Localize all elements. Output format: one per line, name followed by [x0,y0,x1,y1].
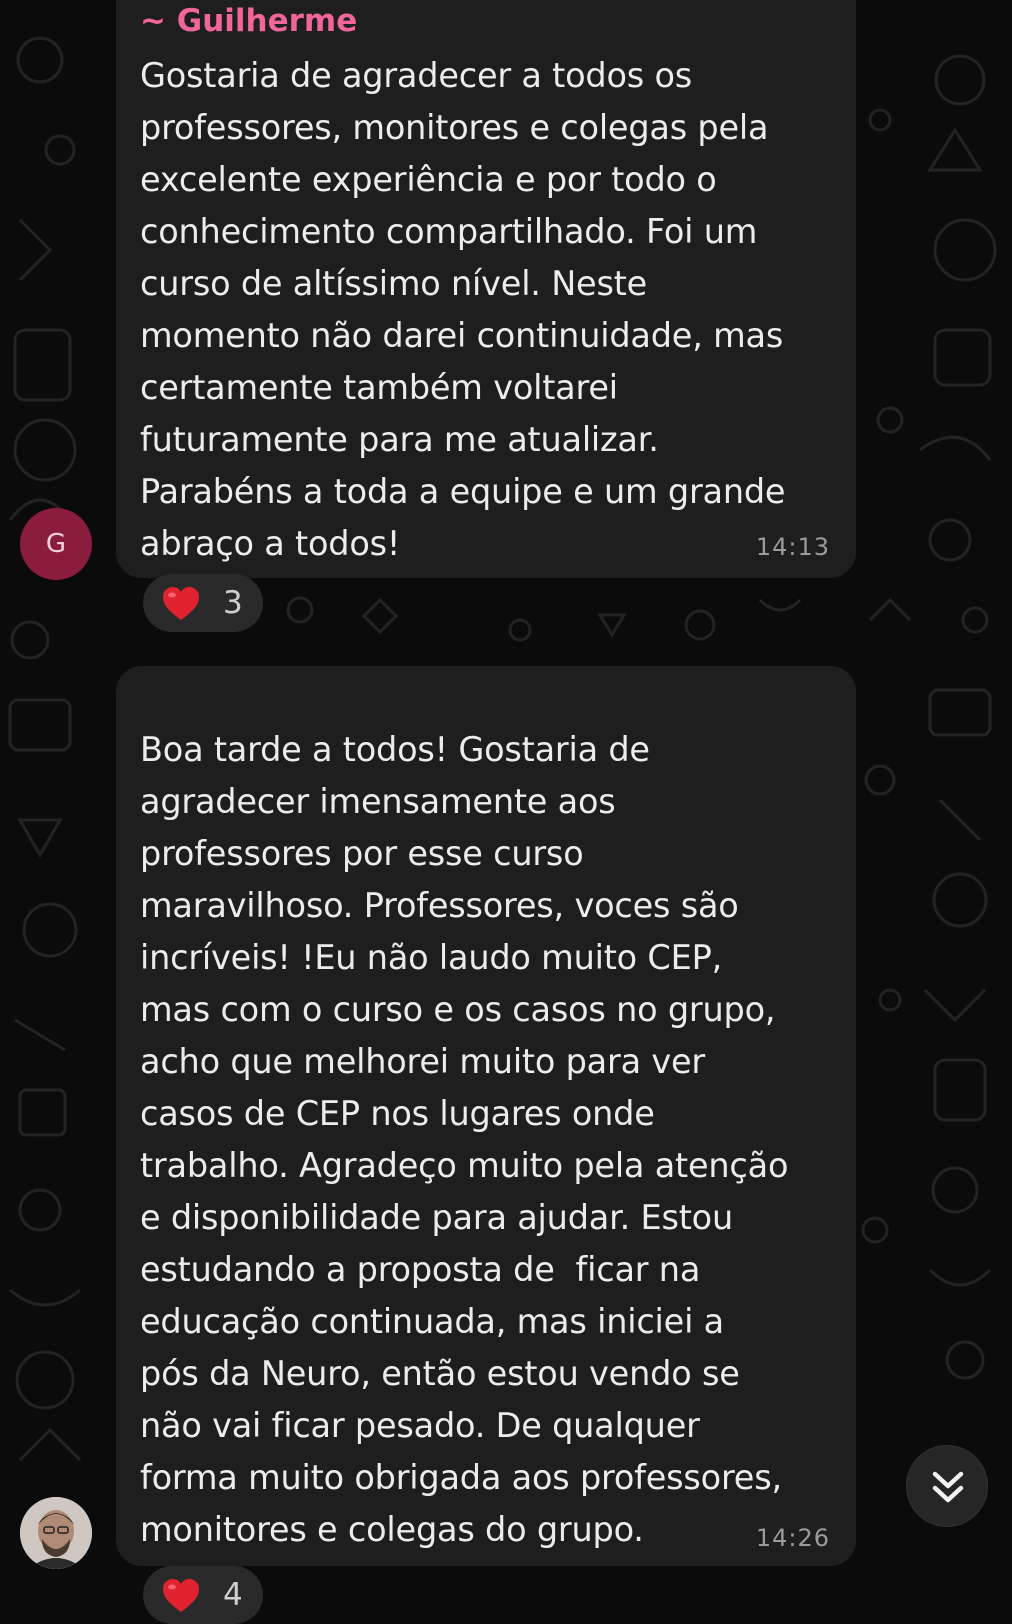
avatar[interactable] [20,1497,92,1569]
message-line: maravilhoso. Professores, voces são [140,886,739,925]
message-line: agradecer imensamente aos [140,782,616,821]
message-line: incríveis! !Eu não laudo muito CEP, [140,938,723,977]
message-line: futuramente para me atualizar. [140,420,659,459]
sender-name[interactable]: ~ Guilherme [140,6,357,37]
message-line: momento não darei continuidade, mas [140,316,784,355]
message-line: conhecimento compartilhado. Foi um [140,212,758,251]
message-line: monitores e colegas do grupo. [140,1510,644,1549]
avatar-letter: G [45,529,67,559]
message-line: curso de altíssimo nível. Neste [140,264,648,303]
message-line: forma muito obrigada aos professores, [140,1458,782,1497]
message-line: mas com o curso e os casos no grupo, [140,990,776,1029]
message-line: Gostaria de agradecer a todos os [140,56,692,95]
profile-photo [20,1497,92,1569]
message-line: certamente também voltarei [140,368,618,407]
double-chevron-down-icon [932,1471,964,1503]
reaction-count: 4 [223,1577,243,1613]
message-line: e disponibilidade para ajudar. Estou [140,1198,733,1237]
message-line: trabalho. Agradeço muito pela atenção [140,1146,789,1185]
message-line: educação continuada, mas iniciei a [140,1302,724,1341]
message-line: abraço a todos! [140,524,401,563]
message-line: não vai ficar pesado. De qualquer [140,1406,700,1445]
message-timestamp: 14:26 [755,1524,830,1552]
reaction-chip[interactable]: 3 [143,574,263,632]
message-line: excelente experiência e por todo o [140,160,717,199]
message-text: Boa tarde a todos! Gostaria de agradecer… [140,724,846,1556]
message-bubble[interactable]: Boa tarde a todos! Gostaria de agradecer… [116,666,856,1566]
reaction-chip[interactable]: 4 [143,1566,263,1624]
message-line: acho que melhorei muito para ver [140,1042,705,1081]
red-heart-icon [163,1579,199,1612]
message-line: casos de CEP nos lugares onde [140,1094,655,1133]
reaction-count: 3 [223,585,243,621]
message-line: Parabéns a toda a equipe e um grande [140,472,786,511]
message-line: pós da Neuro, então estou vendo se [140,1354,740,1393]
message-line: estudando a proposta de ficar na [140,1250,701,1289]
message-line: Boa tarde a todos! Gostaria de [140,730,650,769]
scroll-to-bottom-button[interactable] [906,1445,988,1527]
red-heart-icon [163,587,199,620]
message-line: professores por esse curso [140,834,584,873]
message-bubble-guilherme[interactable]: ~ Guilherme Gostaria de agradecer a todo… [116,0,856,578]
avatar[interactable]: G [20,508,92,580]
message-text: Gostaria de agradecer a todos os profess… [140,50,846,570]
message-line: professores, monitores e colegas pela [140,108,769,147]
message-timestamp: 14:13 [755,533,830,561]
